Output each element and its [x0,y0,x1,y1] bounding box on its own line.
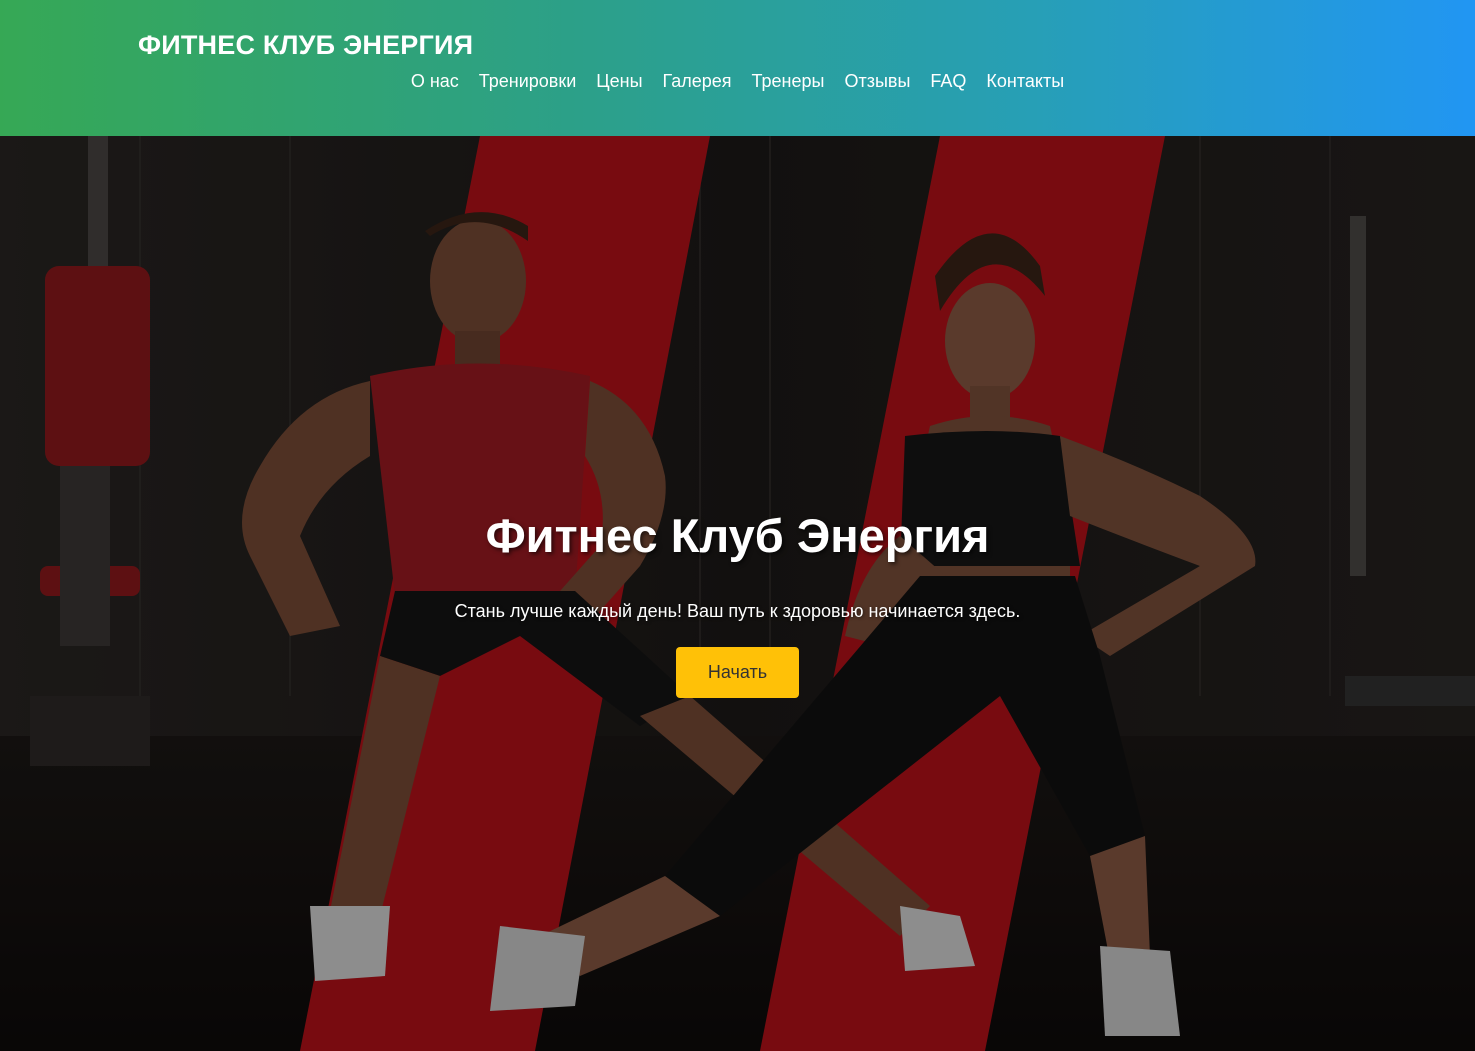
main-nav: О нас Тренировки Цены Галерея Тренеры От… [0,71,1475,92]
nav-link-contacts[interactable]: Контакты [986,71,1064,92]
nav-link-about[interactable]: О нас [411,71,459,92]
hero-subtitle: Стань лучше каждый день! Ваш путь к здор… [454,601,1021,621]
start-button[interactable]: Начать [676,647,799,698]
site-header: ФИТНЕС КЛУБ ЭНЕРГИЯ О нас Тренировки Цен… [0,0,1475,136]
nav-link-faq[interactable]: FAQ [930,71,966,92]
hero-section: Фитнес Клуб Энергия Стань лучше каждый д… [0,136,1475,1051]
nav-link-prices[interactable]: Цены [596,71,642,92]
nav-link-reviews[interactable]: Отзывы [844,71,910,92]
nav-link-trainers[interactable]: Тренеры [752,71,825,92]
hero-dark-overlay [0,136,1475,1051]
nav-link-workouts[interactable]: Тренировки [479,71,577,92]
nav-link-gallery[interactable]: Галерея [663,71,732,92]
hero-title: Фитнес Клуб Энергия [485,509,990,562]
site-logo[interactable]: ФИТНЕС КЛУБ ЭНЕРГИЯ [138,30,473,61]
